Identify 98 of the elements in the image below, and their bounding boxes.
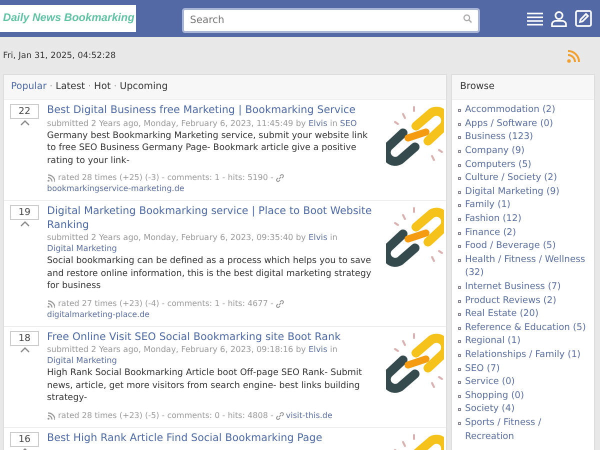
author-link[interactable]: Elvis: [308, 232, 328, 242]
bullet-icon: [458, 258, 461, 262]
sidebar-title: Browse: [452, 75, 594, 100]
vote-count: 16: [10, 432, 39, 447]
bullet-icon: [458, 190, 461, 194]
category-link[interactable]: Health / Fitness / Wellness (32): [465, 252, 590, 280]
user-icon[interactable]: [551, 10, 567, 26]
upvote-icon[interactable]: [20, 346, 30, 353]
bullet-icon: [458, 286, 461, 289]
bullet-icon: [458, 300, 461, 303]
category-link[interactable]: Society (4): [465, 402, 515, 416]
post-meta: submitted 2 Years ago, Monday, February 6, 2023, 09:18:16 by Elvis in Digital Marketing: [47, 344, 338, 366]
bullet-icon: [458, 326, 461, 330]
tab[interactable]: Latest: [56, 80, 86, 94]
category-link[interactable]: Product Reviews (2): [465, 294, 556, 308]
rss-icon: [47, 300, 55, 308]
author-link[interactable]: Elvis: [308, 344, 328, 354]
category-link[interactable]: Digital Marketing (9): [465, 184, 560, 198]
category-link[interactable]: Business (123): [465, 130, 534, 144]
post-stats: rated 27 times (+23) (-4) - comments: 1 - hits: 4677 -: [58, 298, 274, 308]
category-link[interactable]: Company (9): [465, 144, 525, 158]
category-link[interactable]: Reference & Education (5): [465, 320, 586, 334]
domain-link[interactable]: bookmarkingservice-marketing.de: [47, 184, 184, 194]
link-icon: [276, 174, 284, 182]
tab-separator: ·: [88, 80, 92, 94]
category-link[interactable]: Sports / Fitness / Recreation: [465, 416, 590, 444]
tab-separator: ·: [114, 80, 117, 94]
bullet-icon: [458, 122, 461, 126]
domain-link[interactable]: visit-this.de: [286, 410, 332, 420]
category-link[interactable]: Internet Business (7): [465, 280, 561, 294]
upvote-icon[interactable]: [20, 220, 30, 228]
bullet-icon: [458, 340, 461, 344]
bullet-icon: [458, 232, 461, 235]
link-icon: [276, 300, 284, 308]
category-link[interactable]: Accommodation (2): [465, 103, 556, 117]
bullet-icon: [458, 368, 461, 371]
tab[interactable]: Hot: [94, 80, 111, 94]
bullet-icon: [458, 150, 461, 154]
rss-icon: [47, 174, 55, 182]
chain-link-drawing: [386, 205, 444, 270]
post-title[interactable]: Digital Marketing Bookmarking service | Place to Boot Website Ranking: [47, 205, 378, 232]
category-link[interactable]: Culture / Society (2): [465, 171, 558, 185]
chain-link-drawing: [386, 330, 444, 395]
post-meta: submitted 2 Years ago, Monday, February 6, 2023, 09:35:40 by Elvis in Digital Marketing: [47, 232, 338, 254]
post-description: Germany best Bookmarking Marketing service, submit your website link to free SEO Business Germany Page- Bookmark article give a positive rating to your link-: [47, 130, 369, 168]
bullet-icon: [458, 136, 461, 140]
post-title[interactable]: Free Online Visit SEO Social Bookmarking site Boot Rank: [47, 330, 378, 344]
post-meta: submitted 2 Years ago, Monday, February 6, 2023, 11:45:49 by Elvis in SEO: [47, 118, 358, 129]
bullet-icon: [458, 245, 461, 248]
category-link[interactable]: Shopping (0): [465, 388, 524, 402]
bullet-icon: [458, 354, 461, 357]
bullet-icon: [458, 109, 461, 112]
bullet-icon: [458, 164, 461, 167]
tab[interactable]: Upcoming: [120, 80, 168, 94]
bullet-icon: [458, 218, 461, 221]
category-link[interactable]: Apps / Software (0): [465, 116, 554, 130]
post-description: Social bookmarking can be defined as a process which helps you to save and restore online information, this is the best digital marketing strategy for business: [47, 255, 372, 293]
category-link[interactable]: Real Estate (20): [465, 307, 539, 321]
vote-count: 18: [10, 330, 39, 346]
bullet-icon: [458, 177, 461, 180]
bullet-icon: [458, 394, 461, 398]
category-link[interactable]: Digital Marketing: [47, 355, 117, 366]
category-link[interactable]: Service (0): [465, 375, 515, 389]
date-text: Fri, Jan 31, 2025, 04:52:28: [3, 50, 116, 63]
category-link[interactable]: Relationships / Family (1): [465, 348, 581, 362]
category-link[interactable]: Regional (1): [465, 334, 521, 348]
bullet-icon: [458, 381, 461, 384]
category-link[interactable]: SEO: [340, 118, 357, 128]
category-link[interactable]: Finance (2): [465, 226, 516, 240]
category-link[interactable]: Digital Marketing: [47, 243, 117, 254]
bullet-icon: [458, 422, 461, 425]
search-field[interactable]: Search: [182, 8, 480, 33]
menu-icon[interactable]: [527, 12, 543, 26]
search-icon: [463, 14, 472, 23]
domain-link[interactable]: digitalmarketing-place.de: [47, 310, 150, 319]
post-stats: rated 28 times (+23) (-5) - comments: 0 - hits: 4808 -: [58, 410, 274, 420]
category-link[interactable]: SEO (7): [465, 362, 500, 376]
bullet-icon: [458, 204, 461, 208]
post-description: High Rank Social Bookmarking Article boot Off-page SEO Rank- Submit news, article, get more visitors from search engine- best links building strategy-: [47, 367, 363, 405]
author-link[interactable]: Elvis: [308, 118, 328, 128]
chain-link-drawing: [386, 104, 444, 168]
post-title[interactable]: Best Digital Business free Marketing | Bookmarking Service: [47, 104, 378, 118]
bullet-icon: [458, 313, 461, 316]
post-stats: rated 28 times (+25) (-3) - comments: 1 - hits: 5190 -: [58, 173, 274, 182]
link-icon: [276, 412, 284, 420]
vote-count: 22: [10, 104, 39, 120]
rss-icon: [47, 412, 55, 420]
vote-count: 19: [10, 205, 39, 220]
category-link[interactable]: Fashion (12): [465, 212, 522, 226]
edit-icon[interactable]: [575, 10, 592, 27]
category-link[interactable]: Computers (5): [465, 158, 532, 172]
tab[interactable]: Popular: [11, 80, 47, 94]
category-link[interactable]: Food / Beverage (5): [465, 239, 556, 253]
tab-separator: ·: [50, 80, 53, 94]
post-title[interactable]: Best High Rank Article Find Social Bookmarking Page: [47, 432, 378, 446]
category-link[interactable]: Family (1): [465, 198, 510, 212]
bullet-icon: [458, 408, 461, 412]
upvote-icon[interactable]: [20, 119, 30, 126]
